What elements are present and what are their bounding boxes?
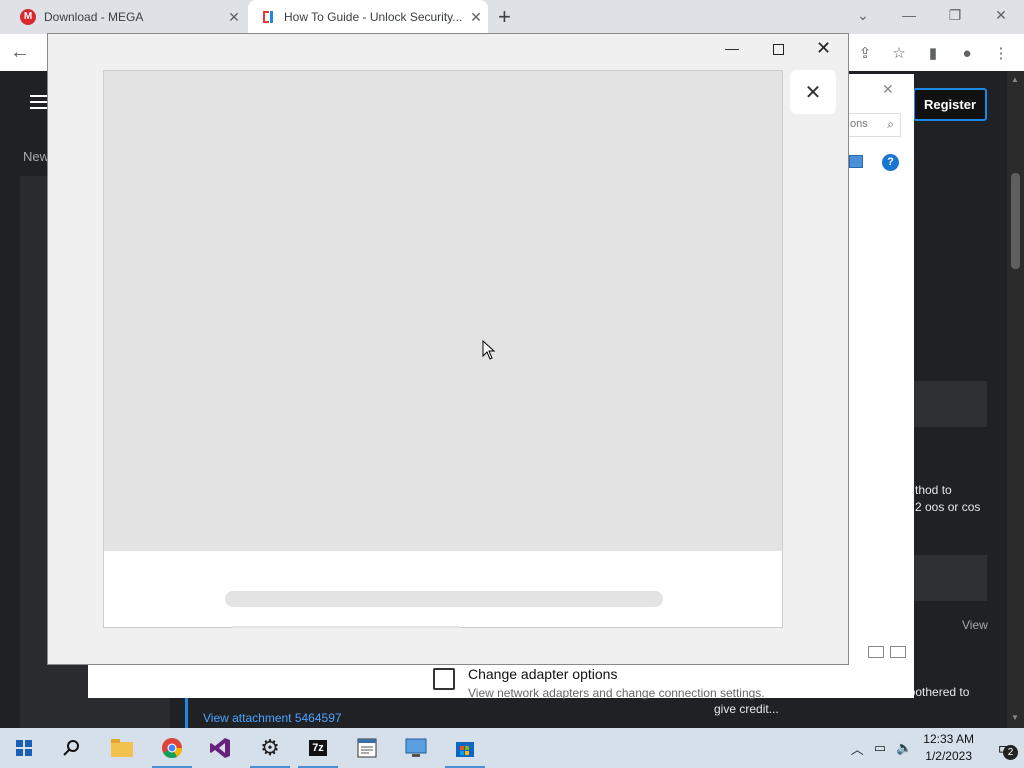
action-center-button[interactable]: ▭ 2 xyxy=(988,728,1024,768)
file-explorer-button[interactable] xyxy=(98,728,146,768)
large-icons-view-icon[interactable] xyxy=(890,646,906,658)
notepad-icon xyxy=(357,738,377,758)
tab-title: Download - MEGA xyxy=(44,10,144,24)
windows-logo-icon xyxy=(16,740,32,756)
close-window-icon[interactable]: ✕ xyxy=(816,38,831,59)
scroll-up-icon[interactable]: ▲ xyxy=(1011,75,1019,84)
toolbar-actions: ⇪ ☆ ▮ ● ⋮ xyxy=(850,40,1016,66)
loading-content-area xyxy=(103,70,783,628)
clock-date: 1/2/2023 xyxy=(925,749,972,763)
side-panel-icon[interactable]: ▮ xyxy=(918,40,948,66)
profile-avatar-icon[interactable]: ● xyxy=(952,40,982,66)
7zip-button[interactable]: 7z xyxy=(294,728,342,768)
tab-how-to-guide[interactable]: How To Guide - Unlock Security... ✕ xyxy=(248,0,488,34)
details-view-icon[interactable] xyxy=(868,646,884,658)
show-hidden-icons-chevron-icon[interactable]: ︿ xyxy=(851,739,864,758)
gear-icon: ⚙ xyxy=(260,735,280,760)
adapter-description: View network adapters and change connect… xyxy=(468,686,765,700)
visual-studio-icon xyxy=(210,738,230,758)
adapter-title[interactable]: Change adapter options xyxy=(468,666,617,682)
chrome-button[interactable] xyxy=(148,728,196,768)
bookmark-star-icon[interactable]: ☆ xyxy=(884,40,914,66)
view-link[interactable]: View xyxy=(962,618,988,632)
search-button[interactable] xyxy=(48,728,96,768)
control-panel-search-input[interactable]: ons ⌕ xyxy=(843,113,901,137)
dialog-close-button[interactable]: ✕ xyxy=(790,70,836,114)
scroll-down-icon[interactable]: ▼ xyxy=(1011,713,1019,722)
view-mode-icons xyxy=(868,646,906,658)
control-panel-close-icon[interactable]: ✕ xyxy=(882,81,894,98)
network-icon[interactable]: ▭ xyxy=(874,740,886,756)
clock-time: 12:33 AM xyxy=(923,732,974,746)
close-window-icon[interactable]: ✕ xyxy=(978,0,1024,30)
chrome-icon xyxy=(162,738,183,759)
store-button[interactable] xyxy=(441,728,489,768)
mega-icon: M xyxy=(20,9,36,25)
7zip-icon: 7z xyxy=(309,740,327,756)
search-icon xyxy=(63,740,79,756)
tab-search-icon[interactable]: ⌄ xyxy=(840,0,886,30)
attachment-link[interactable]: View attachment 5464597 xyxy=(185,697,342,729)
change-adapter-options-link[interactable]: Change adapter options View network adap… xyxy=(409,662,887,700)
start-button[interactable] xyxy=(0,728,48,768)
post-text: give credit... xyxy=(714,702,779,716)
minimize-icon[interactable]: — xyxy=(886,0,932,30)
help-icon[interactable]: ? xyxy=(882,154,899,171)
hamburger-menu-icon[interactable] xyxy=(30,95,48,113)
restore-icon[interactable]: ❐ xyxy=(932,0,978,30)
new-tab-button[interactable]: + xyxy=(498,6,511,28)
loading-skeleton-line xyxy=(232,626,460,628)
system-tray: ︿ ▭ 🔈 12:33 AM 1/2/2023 ▭ 2 xyxy=(846,728,1024,768)
view-toggle-icon[interactable] xyxy=(849,155,863,168)
site-card xyxy=(913,555,987,601)
volume-icon[interactable]: 🔈 xyxy=(896,740,912,756)
windows-taskbar: ⚙ 7z ︿ ▭ 🔈 12:33 AM 1/2/2023 ▭ 2 xyxy=(0,728,1024,768)
visual-studio-button[interactable] xyxy=(196,728,244,768)
settings-button[interactable]: ⚙ xyxy=(246,728,294,768)
scrollbar-thumb[interactable] xyxy=(1011,173,1020,269)
tab-title: How To Guide - Unlock Security... xyxy=(284,10,463,24)
folder-icon xyxy=(111,739,133,757)
minimize-icon[interactable]: — xyxy=(725,40,739,56)
taskbar-clock[interactable]: 12:33 AM 1/2/2023 xyxy=(923,731,974,765)
notepad-button[interactable] xyxy=(343,728,391,768)
site-card xyxy=(913,381,987,427)
back-arrow-icon[interactable]: ← xyxy=(10,41,34,65)
close-tab-icon[interactable]: ✕ xyxy=(222,9,246,26)
browser-window-controls: ⌄ — ❐ ✕ xyxy=(840,0,1024,34)
share-icon[interactable]: ⇪ xyxy=(850,40,880,66)
remote-desktop-icon xyxy=(405,738,427,757)
close-tab-icon[interactable]: ✕ xyxy=(464,9,488,26)
maximize-icon[interactable] xyxy=(773,44,784,55)
remote-desktop-button[interactable] xyxy=(392,728,440,768)
page-scrollbar[interactable]: ▲ ▼ xyxy=(1007,71,1024,728)
store-icon xyxy=(456,742,474,757)
popup-window: — ✕ ✕ xyxy=(47,33,906,665)
search-icon: ⌕ xyxy=(887,117,894,131)
image-placeholder xyxy=(104,71,782,551)
network-adapter-icon xyxy=(433,668,455,690)
post-snippet: thod to 2 oos or cos xyxy=(915,483,981,514)
notification-count-badge: 2 xyxy=(1003,745,1018,760)
guide-site-icon xyxy=(263,11,273,23)
register-button[interactable]: Register xyxy=(913,88,987,121)
browser-tabstrip: M Download - MEGA ✕ How To Guide - Unloc… xyxy=(0,0,1024,34)
tab-download-mega[interactable]: M Download - MEGA ✕ xyxy=(8,0,246,34)
mouse-cursor-icon xyxy=(482,340,496,360)
menu-kebab-icon[interactable]: ⋮ xyxy=(986,40,1016,66)
new-label[interactable]: New xyxy=(23,149,49,164)
loading-skeleton-bar xyxy=(225,591,663,607)
